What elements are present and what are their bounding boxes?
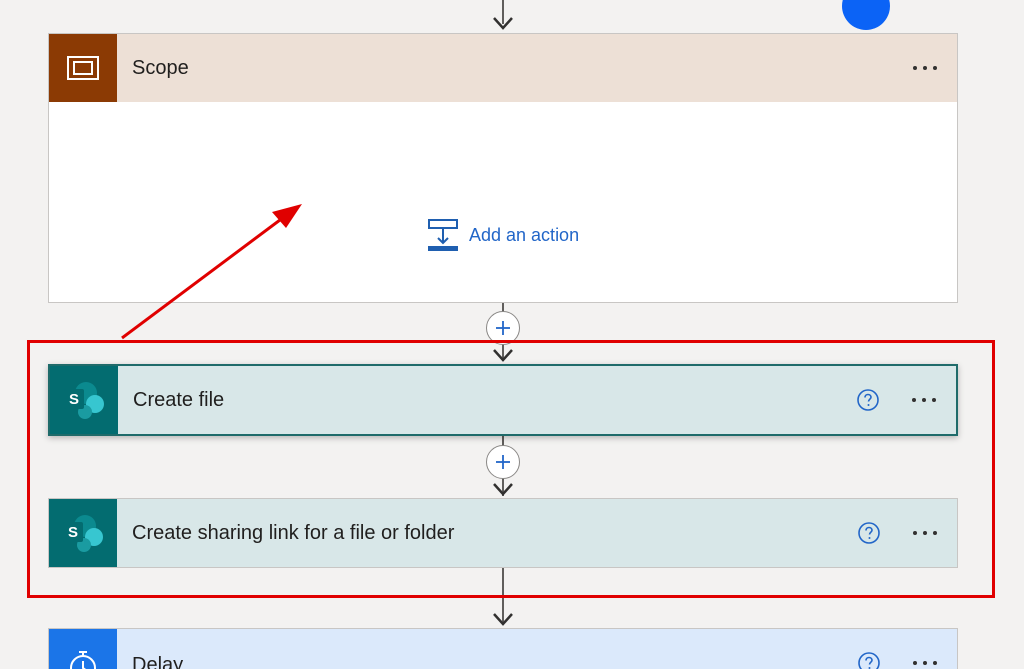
sharepoint-icon-letter: S xyxy=(68,524,78,541)
help-button[interactable] xyxy=(857,521,881,545)
help-button[interactable] xyxy=(856,388,880,412)
create-sharing-link-more-options-button[interactable] xyxy=(905,518,945,548)
sharepoint-icon-tile: S xyxy=(50,366,118,434)
more-options-icon xyxy=(933,66,937,70)
more-options-icon xyxy=(913,66,917,70)
add-an-action-link[interactable]: Add an action xyxy=(427,218,579,252)
more-options-icon xyxy=(923,66,927,70)
scope-more-options-button[interactable] xyxy=(905,53,945,83)
delay-card[interactable]: Delay xyxy=(48,628,958,669)
add-action-icon xyxy=(428,219,458,251)
create-sharing-link-card[interactable]: S Create sharing link for a file or fold… xyxy=(48,498,958,568)
sharepoint-icon-tile: S xyxy=(49,499,117,567)
more-options-icon xyxy=(932,398,936,402)
scope-card[interactable]: Scope Add an action xyxy=(48,33,958,303)
scope-title: Scope xyxy=(132,56,189,79)
connector-arrow-icon xyxy=(493,613,513,626)
create-sharing-link-title: Create sharing link for a file or folder xyxy=(132,521,455,544)
cursor-dot-icon xyxy=(842,0,890,30)
insert-step-button[interactable] xyxy=(486,445,520,479)
delay-more-options-button[interactable] xyxy=(905,640,945,669)
more-options-icon xyxy=(933,531,937,535)
help-icon xyxy=(857,389,879,411)
more-options-icon xyxy=(933,661,937,665)
timer-icon-tile xyxy=(49,629,117,669)
sharepoint-icon-letter: S xyxy=(69,391,79,408)
more-options-icon xyxy=(923,661,927,665)
create-sharing-link-card-header[interactable]: S Create sharing link for a file or fold… xyxy=(49,499,957,567)
help-icon xyxy=(858,522,880,544)
create-file-more-options-button[interactable] xyxy=(904,385,944,415)
sharepoint-icon: S xyxy=(64,382,104,419)
connector-arrow-icon xyxy=(493,483,513,496)
scope-icon-tile xyxy=(49,34,117,102)
help-button[interactable] xyxy=(857,643,881,669)
more-options-icon xyxy=(923,531,927,535)
sharepoint-icon: S xyxy=(63,515,103,552)
delay-card-header[interactable]: Delay xyxy=(49,629,957,669)
timer-icon xyxy=(70,651,96,669)
flow-designer-canvas: Scope Add an action S Create file S Crea… xyxy=(0,0,1024,669)
create-file-card[interactable]: S Create file xyxy=(48,364,958,436)
connector-arrow-icon xyxy=(493,349,513,362)
scope-icon xyxy=(67,56,99,80)
add-an-action-label: Add an action xyxy=(469,224,580,245)
plus-icon xyxy=(496,455,510,469)
plus-icon xyxy=(496,321,510,335)
scope-body: Add an action xyxy=(49,102,957,302)
insert-step-button[interactable] xyxy=(486,311,520,345)
create-file-title: Create file xyxy=(133,388,225,411)
more-options-icon xyxy=(922,398,926,402)
create-file-card-header[interactable]: S Create file xyxy=(50,366,956,434)
connector-arrow-icon xyxy=(493,17,513,30)
more-options-icon xyxy=(913,661,917,665)
delay-title: Delay xyxy=(132,653,184,669)
more-options-icon xyxy=(912,398,916,402)
scope-card-header[interactable]: Scope xyxy=(49,34,957,102)
more-options-icon xyxy=(913,531,917,535)
help-icon xyxy=(858,652,880,669)
